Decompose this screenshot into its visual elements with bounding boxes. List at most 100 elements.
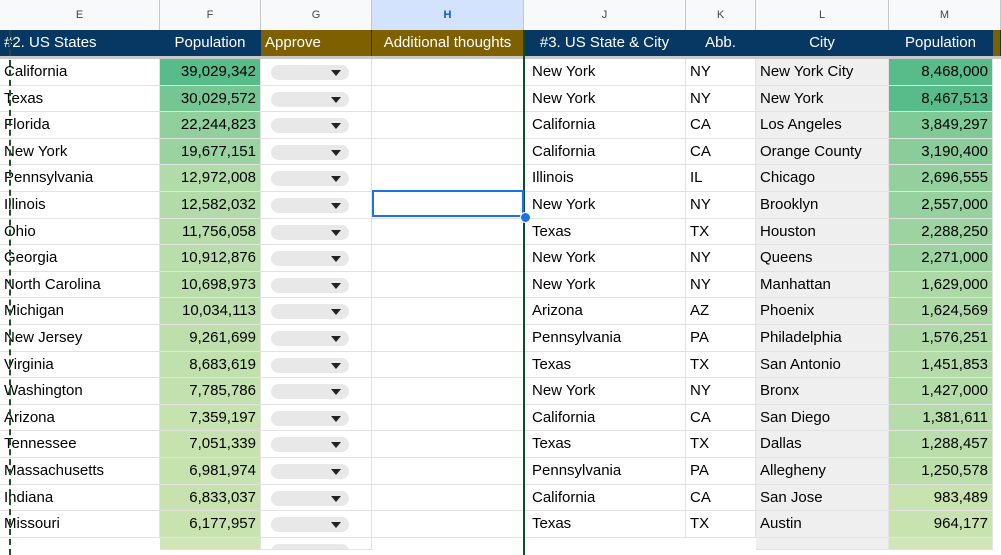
cell-abb[interactable]: CA xyxy=(686,112,756,139)
cell-additional-thoughts[interactable] xyxy=(372,325,524,352)
cell-approve[interactable] xyxy=(261,192,372,219)
cell-city-state[interactable]: New York xyxy=(524,378,686,405)
cell-population[interactable]: 22,244,823 xyxy=(160,112,261,139)
cell-city-state[interactable]: California xyxy=(524,112,686,139)
cell-city-state[interactable]: California xyxy=(524,138,686,166)
approve-dropdown[interactable] xyxy=(271,517,349,533)
cell-city-population[interactable]: 1,624,569 xyxy=(889,298,993,325)
cell-approve[interactable] xyxy=(261,112,372,139)
cell-state[interactable]: California xyxy=(0,59,160,86)
cell-city[interactable]: Philadelphia xyxy=(756,325,889,352)
cell-abb[interactable]: CA xyxy=(686,484,756,512)
approve-dropdown[interactable] xyxy=(271,198,349,213)
cell-city-population[interactable]: 1,576,251 xyxy=(889,325,993,352)
cell-approve[interactable] xyxy=(261,138,372,166)
cell-abb[interactable]: TX xyxy=(686,351,756,379)
cell-city-state[interactable]: Illinois xyxy=(524,165,686,192)
cell-state[interactable]: Missouri xyxy=(0,511,160,538)
cell-city-state[interactable]: Texas xyxy=(524,511,686,538)
approve-dropdown[interactable] xyxy=(271,331,349,346)
cell-city[interactable]: Houston xyxy=(756,218,889,246)
cell-additional-thoughts[interactable] xyxy=(372,378,524,405)
column-header-m[interactable]: M xyxy=(889,0,1001,30)
cell-additional-thoughts[interactable] xyxy=(372,271,524,299)
cell-population[interactable]: 7,359,197 xyxy=(160,404,261,432)
cell-abb[interactable]: TX xyxy=(686,431,756,458)
cell-city-state[interactable]: Pennsylvania xyxy=(524,458,686,485)
cell-city-population[interactable]: 2,557,000 xyxy=(889,192,993,219)
cell-state[interactable]: Ohio xyxy=(0,218,160,246)
cell-approve[interactable] xyxy=(261,271,372,299)
cell-additional-thoughts[interactable] xyxy=(372,165,524,192)
cell-state[interactable]: Georgia xyxy=(0,245,160,272)
table1-title[interactable]: #2. US States xyxy=(0,30,160,56)
cell-abb[interactable]: CA xyxy=(686,138,756,166)
table2-title[interactable]: #3. US State & City xyxy=(524,30,686,56)
approve-dropdown[interactable] xyxy=(271,91,349,107)
cell-additional-thoughts[interactable] xyxy=(372,351,524,379)
table1-approve-header[interactable]: Approve xyxy=(261,30,372,56)
cell-population[interactable]: 12,582,032 xyxy=(160,192,261,219)
cell-city-population[interactable]: 1,381,611 xyxy=(889,404,993,432)
cell-additional-thoughts[interactable] xyxy=(372,511,524,538)
cell-population[interactable]: 10,698,973 xyxy=(160,271,261,299)
cell-city-population[interactable]: 3,190,400 xyxy=(889,138,993,166)
cell-abb[interactable]: PA xyxy=(686,325,756,352)
cell-approve[interactable] xyxy=(261,298,372,325)
cell-state[interactable]: Michigan xyxy=(0,298,160,325)
cell-city-state[interactable]: Pennsylvania xyxy=(524,325,686,352)
cell-city[interactable]: Dallas xyxy=(756,431,889,458)
cell-city-population[interactable]: 1,451,853 xyxy=(889,351,993,379)
cell-state[interactable]: Washington xyxy=(0,378,160,405)
cell-population[interactable]: 8,683,619 xyxy=(160,351,261,379)
cell-city[interactable]: San Diego xyxy=(756,404,889,432)
cell-population[interactable]: 12,972,008 xyxy=(160,165,261,192)
cell-additional-thoughts[interactable] xyxy=(372,59,524,86)
cell-abb[interactable]: IL xyxy=(686,165,756,192)
approve-dropdown[interactable] xyxy=(271,144,349,160)
cell-city-state[interactable]: New York xyxy=(524,192,686,219)
cell-additional-thoughts[interactable] xyxy=(372,431,524,458)
cell-approve[interactable] xyxy=(261,458,372,485)
approve-dropdown[interactable] xyxy=(271,304,349,320)
cell-city[interactable]: Allegheny xyxy=(756,458,889,485)
cell-city-population[interactable]: 8,468,000 xyxy=(889,59,993,86)
cell-approve[interactable] xyxy=(261,325,372,352)
cell-population[interactable]: 7,051,339 xyxy=(160,431,261,458)
cell-population[interactable]: 19,677,151 xyxy=(160,138,261,166)
cell-city-state[interactable]: New York xyxy=(524,245,686,272)
approve-dropdown[interactable] xyxy=(271,464,349,479)
cell-city[interactable]: Bronx xyxy=(756,378,889,405)
cell-abb[interactable]: NY xyxy=(686,85,756,113)
cell-city-state[interactable]: Texas xyxy=(524,431,686,458)
cell-approve[interactable] xyxy=(261,484,372,512)
cell-population[interactable]: 11,756,058 xyxy=(160,218,261,246)
cell-city-population[interactable]: 2,271,000 xyxy=(889,245,993,272)
cell-abb[interactable]: TX xyxy=(686,218,756,246)
cell-additional-thoughts[interactable] xyxy=(372,85,524,113)
cell-abb[interactable]: NY xyxy=(686,378,756,405)
cell-city-population[interactable]: 1,427,000 xyxy=(889,378,993,405)
cell-city-state[interactable]: California xyxy=(524,404,686,432)
approve-dropdown[interactable] xyxy=(271,251,349,267)
approve-dropdown[interactable] xyxy=(271,171,349,187)
cell-city-population[interactable]: 964,177 xyxy=(889,511,993,538)
cell-state[interactable]: Florida xyxy=(0,112,160,139)
cell-abb[interactable]: TX xyxy=(686,511,756,538)
cell-city-population[interactable]: 983,489 xyxy=(889,484,993,512)
cell-additional-thoughts[interactable] xyxy=(372,484,524,512)
approve-dropdown[interactable] xyxy=(271,118,349,134)
cell-city-state[interactable]: New York xyxy=(524,271,686,299)
cell-additional-thoughts[interactable] xyxy=(372,298,524,325)
cell-additional-thoughts[interactable] xyxy=(372,245,524,272)
column-header-h[interactable]: H xyxy=(372,0,524,30)
cell-additional-thoughts[interactable] xyxy=(372,404,524,432)
selected-cell-h[interactable] xyxy=(372,190,524,217)
cell-population[interactable]: 39,029,342 xyxy=(160,59,261,86)
selection-fill-handle[interactable] xyxy=(520,212,531,223)
cell-city[interactable]: New York xyxy=(756,85,889,113)
cell-population[interactable]: 10,912,876 xyxy=(160,245,261,272)
cell-abb[interactable]: NY xyxy=(686,271,756,299)
cell-city[interactable]: Orange County xyxy=(756,138,889,166)
table2-city-header[interactable]: City xyxy=(756,30,889,56)
